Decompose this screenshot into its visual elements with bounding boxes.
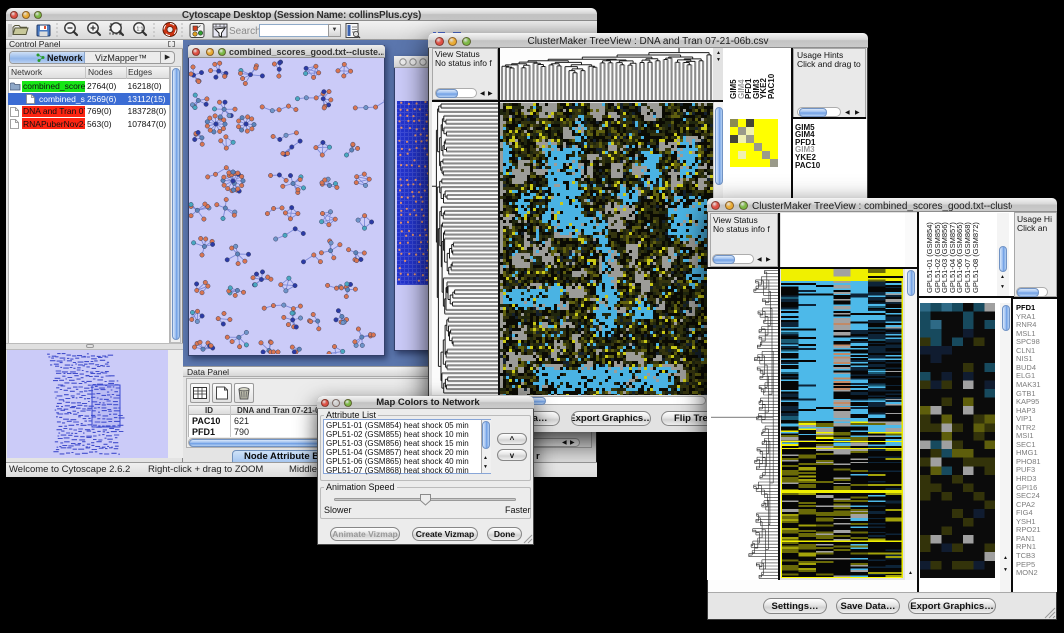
svg-text:1:1: 1:1 — [137, 27, 144, 33]
